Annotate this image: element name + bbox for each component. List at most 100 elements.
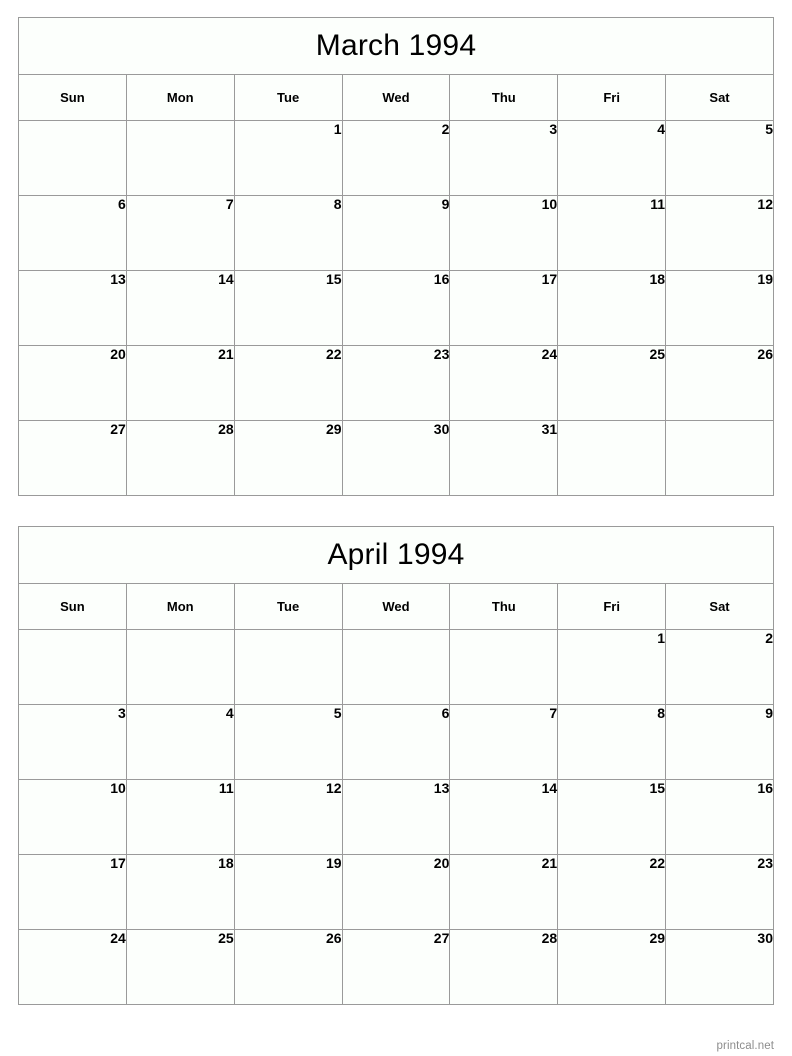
day-cell[interactable]: 25 [557,345,667,421]
calendar-week-row: 1 2 3 4 5 [18,120,774,196]
day-cell[interactable]: 6 [18,195,127,271]
weekday-header-tue: Tue [233,583,343,630]
calendar-week-row: 1 2 [18,629,774,705]
day-cell[interactable]: 10 [449,195,559,271]
day-cell[interactable]: 7 [125,195,235,271]
weekday-header-sun: Sun [18,583,127,630]
day-cell[interactable]: 16 [665,779,774,855]
calendar-title: March 1994 [18,17,774,75]
day-cell[interactable]: 17 [449,270,559,346]
day-cell[interactable]: 27 [341,929,451,1005]
day-cell[interactable]: 26 [233,929,343,1005]
day-cell[interactable]: 30 [665,929,774,1005]
weekday-header-row: Sun Mon Tue Wed Thu Fri Sat [18,74,774,121]
day-cell[interactable]: 16 [341,270,451,346]
day-cell[interactable]: 29 [233,420,343,496]
day-cell[interactable]: 6 [341,704,451,780]
day-cell[interactable]: 23 [665,854,774,930]
weekday-header-mon: Mon [125,74,235,121]
day-cell[interactable] [18,120,127,196]
weekday-header-fri: Fri [557,583,667,630]
day-cell[interactable]: 11 [557,195,667,271]
day-cell[interactable]: 5 [665,120,774,196]
day-cell[interactable]: 8 [233,195,343,271]
day-cell[interactable]: 19 [233,854,343,930]
weekday-header-thu: Thu [449,74,559,121]
day-cell[interactable]: 22 [233,345,343,421]
day-cell[interactable]: 2 [341,120,451,196]
day-cell[interactable]: 9 [665,704,774,780]
weekday-header-fri: Fri [557,74,667,121]
day-cell[interactable]: 13 [341,779,451,855]
day-cell[interactable]: 18 [125,854,235,930]
day-cell[interactable]: 3 [449,120,559,196]
day-cell[interactable]: 1 [233,120,343,196]
calendar-week-row: 24 25 26 27 28 29 30 [18,929,774,1005]
calendar-week-row: 17 18 19 20 21 22 23 [18,854,774,930]
calendar-april-1994: April 1994 Sun Mon Tue Wed Thu Fri Sat 1… [18,526,774,1005]
day-cell[interactable]: 13 [18,270,127,346]
day-cell[interactable]: 20 [341,854,451,930]
day-cell[interactable]: 20 [18,345,127,421]
site-credit[interactable]: printcal.net [717,1040,774,1052]
day-cell[interactable]: 9 [341,195,451,271]
day-cell[interactable] [125,629,235,705]
day-cell[interactable] [449,629,559,705]
calendar-title: April 1994 [18,526,774,584]
day-cell[interactable]: 21 [125,345,235,421]
weekday-header-mon: Mon [125,583,235,630]
day-cell[interactable]: 25 [125,929,235,1005]
day-cell[interactable]: 12 [665,195,774,271]
day-cell[interactable]: 14 [449,779,559,855]
day-cell[interactable]: 5 [233,704,343,780]
day-cell[interactable] [665,420,774,496]
day-cell[interactable] [233,629,343,705]
day-cell[interactable] [557,420,667,496]
day-cell[interactable] [341,629,451,705]
day-cell[interactable]: 23 [341,345,451,421]
calendar-week-row: 3 4 5 6 7 8 9 [18,704,774,780]
day-cell[interactable]: 21 [449,854,559,930]
day-cell[interactable]: 2 [665,629,774,705]
day-cell[interactable]: 24 [449,345,559,421]
day-cell[interactable]: 1 [557,629,667,705]
weekday-header-sat: Sat [665,74,774,121]
day-cell[interactable]: 12 [233,779,343,855]
day-cell[interactable]: 30 [341,420,451,496]
day-cell[interactable]: 24 [18,929,127,1005]
day-cell[interactable]: 17 [18,854,127,930]
day-cell[interactable]: 4 [125,704,235,780]
calendar-title-row: March 1994 [18,17,774,75]
weekday-header-row: Sun Mon Tue Wed Thu Fri Sat [18,583,774,630]
weekday-header-thu: Thu [449,583,559,630]
day-cell[interactable]: 29 [557,929,667,1005]
day-cell[interactable]: 22 [557,854,667,930]
day-cell[interactable]: 26 [665,345,774,421]
day-cell[interactable]: 19 [665,270,774,346]
calendar-title-row: April 1994 [18,526,774,584]
calendar-march-1994: March 1994 Sun Mon Tue Wed Thu Fri Sat 1… [18,17,774,496]
calendar-page: March 1994 Sun Mon Tue Wed Thu Fri Sat 1… [0,0,792,1056]
day-cell[interactable]: 31 [449,420,559,496]
day-cell[interactable] [18,629,127,705]
weekday-header-wed: Wed [341,74,451,121]
day-cell[interactable]: 15 [233,270,343,346]
day-cell[interactable]: 7 [449,704,559,780]
calendar-week-row: 10 11 12 13 14 15 16 [18,779,774,855]
day-cell[interactable]: 10 [18,779,127,855]
day-cell[interactable]: 11 [125,779,235,855]
day-cell[interactable]: 27 [18,420,127,496]
day-cell[interactable]: 3 [18,704,127,780]
day-cell[interactable] [125,120,235,196]
day-cell[interactable]: 4 [557,120,667,196]
weekday-header-wed: Wed [341,583,451,630]
day-cell[interactable]: 14 [125,270,235,346]
day-cell[interactable]: 28 [125,420,235,496]
day-cell[interactable]: 28 [449,929,559,1005]
day-cell[interactable]: 8 [557,704,667,780]
weekday-header-sat: Sat [665,583,774,630]
weekday-header-tue: Tue [233,74,343,121]
day-cell[interactable]: 15 [557,779,667,855]
day-cell[interactable]: 18 [557,270,667,346]
calendar-week-row: 13 14 15 16 17 18 19 [18,270,774,346]
